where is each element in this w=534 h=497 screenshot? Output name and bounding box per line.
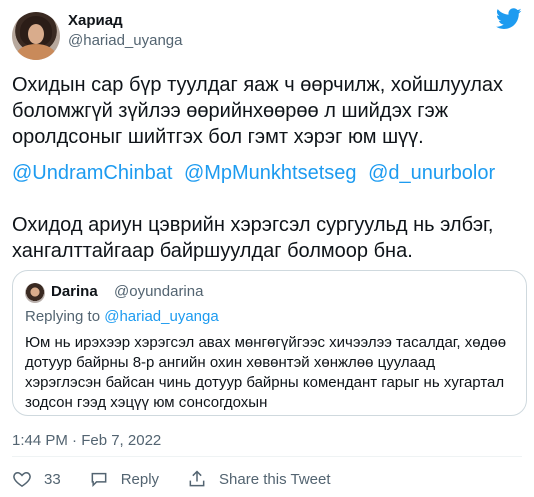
share-button[interactable]: Share this Tweet: [187, 469, 331, 489]
heart-icon: [13, 471, 31, 487]
quoted-author-name: Darina: [51, 283, 98, 300]
mention-link[interactable]: @MpMunkhtsetseg: [184, 162, 357, 184]
action-bar: 33 Reply Share this Tweet: [12, 465, 359, 493]
mention-link[interactable]: @d_unurbolor: [368, 162, 495, 184]
tweet-timestamp[interactable]: 1:44 PM · Feb 7, 2022: [12, 432, 161, 449]
author-handle[interactable]: @hariad_uyanga: [68, 32, 182, 49]
tweet-paragraph-1: Охидын сар бүр туулдаг яаж ч өөрчилж, хо…: [12, 74, 504, 148]
reply-label: Reply: [120, 470, 160, 488]
author-name[interactable]: Хариад: [68, 12, 123, 29]
reply-button[interactable]: Reply: [89, 469, 159, 489]
quoted-replying-to: Replying to @hariad_uyanga: [25, 308, 219, 325]
like-button[interactable]: 33: [12, 469, 61, 489]
divider: [12, 456, 522, 457]
quoted-tweet[interactable]: Darina @oyundarina Replying to @hariad_u…: [12, 270, 527, 416]
mention-link[interactable]: @UndramChinbat: [12, 162, 172, 184]
tweet-mentions: @UndramChinbat @MpMunkhtsetseg @d_unurbo…: [12, 160, 527, 186]
like-count: 33: [44, 470, 61, 488]
replying-handle: @hariad_uyanga: [104, 308, 219, 325]
share-label: Share this Tweet: [219, 470, 331, 488]
tweet-paragraph-3: Охидод ариун цэврийн хэрэгсэл сургуульд …: [12, 214, 494, 262]
author-avatar[interactable]: [12, 12, 60, 60]
replying-prefix: Replying to: [25, 308, 101, 325]
quoted-text: Юм нь ирэхээр хэрэгсэл авах мөнгөгүйгээс…: [25, 334, 507, 411]
tweet-card: Хариад @hariad_uyanga Охидын сар бүр туу…: [0, 0, 534, 497]
quoted-author-avatar: [25, 283, 45, 303]
twitter-bird-icon[interactable]: [496, 8, 522, 30]
quoted-author-handle: @oyundarina: [114, 283, 204, 300]
speech-bubble-icon: [91, 472, 107, 488]
share-upload-icon: [189, 470, 205, 487]
